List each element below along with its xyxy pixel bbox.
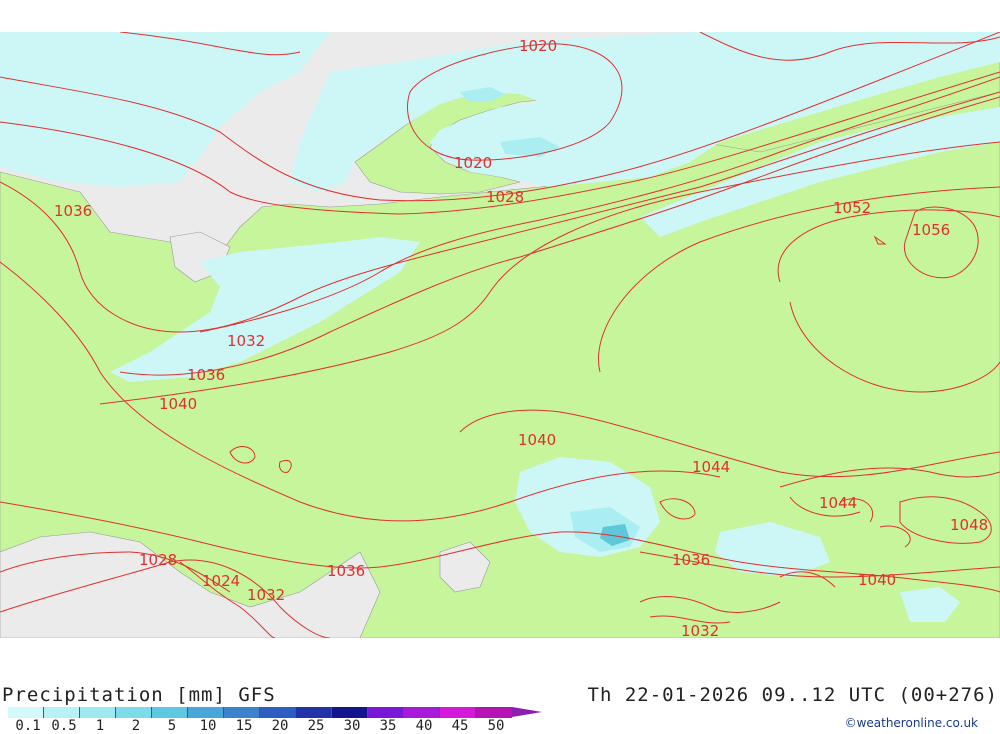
isobar-label: 1040 [518, 431, 556, 449]
isobar-label: 1032 [227, 332, 265, 350]
isobar-label: 1040 [159, 395, 197, 413]
legend-swatch [368, 707, 404, 718]
legend-tick-label: 1 [95, 718, 105, 734]
isobar-label: 1028 [486, 188, 524, 206]
credit-link[interactable]: ©weatheronline.co.uk [845, 716, 978, 730]
isobar-label: 1036 [187, 366, 225, 384]
valid-time: Th 22-01-2026 09..12 UTC (00+276) [587, 684, 998, 706]
isobar-label: 1036 [672, 551, 710, 569]
isobar-label: 1032 [681, 622, 719, 638]
legend-swatch [476, 707, 512, 718]
legend-swatch [404, 707, 440, 718]
isobar-label: 1052 [833, 199, 871, 217]
legend-tick-label: 10 [199, 718, 217, 734]
isobar-label: 1036 [327, 562, 365, 580]
map-canvas: 1020 1020 1028 1036 1052 1056 1032 1036 … [0, 32, 1000, 638]
legend-tick-label: 5 [167, 718, 177, 734]
isobar-label: 1032 [247, 586, 285, 604]
map-title: Precipitation [mm] GFS [2, 684, 276, 706]
legend-tick-label: 0.1 [15, 718, 41, 734]
legend-tick-label: 25 [307, 718, 325, 734]
isobar-label: 1040 [858, 571, 896, 589]
precipitation-legend [8, 707, 542, 718]
legend-tick-label: 35 [379, 718, 397, 734]
legend-swatch [8, 707, 44, 718]
legend-swatch [44, 707, 80, 718]
legend-swatch [152, 707, 188, 718]
legend-swatch [440, 707, 476, 718]
isobar-label: 1036 [54, 202, 92, 220]
legend-tick-label: 0.5 [51, 718, 77, 734]
legend-swatch [116, 707, 152, 718]
legend-tick-label: 45 [451, 718, 469, 734]
legend-tick-label: 30 [343, 718, 361, 734]
isobar-label: 1056 [912, 221, 950, 239]
precipitation-map[interactable]: 1020 1020 1028 1036 1052 1056 1032 1036 … [0, 32, 1000, 638]
isobar-label: 1028 [139, 551, 177, 569]
isobar-label: 1020 [519, 37, 557, 55]
legend-tick-label: 15 [235, 718, 253, 734]
isobar-label: 1020 [454, 154, 492, 172]
legend-tick-label: 20 [271, 718, 289, 734]
legend-swatch [224, 707, 260, 718]
isobar-label: 1048 [950, 516, 988, 534]
legend-tick-label: 2 [131, 718, 141, 734]
legend-swatch [296, 707, 332, 718]
legend-tick-label: 50 [487, 718, 505, 734]
isobar-label: 1024 [202, 572, 240, 590]
isobar-label: 1044 [819, 494, 857, 512]
legend-swatch [188, 707, 224, 718]
legend-swatch [260, 707, 296, 718]
legend-tick-labels: 0.1 0.5 1 2 5 10 15 20 25 30 35 40 45 50 [0, 718, 540, 734]
legend-tick-label: 40 [415, 718, 433, 734]
legend-swatch [332, 707, 368, 718]
legend-arrow [512, 707, 542, 717]
legend-swatch [80, 707, 116, 718]
isobar-label: 1044 [692, 458, 730, 476]
